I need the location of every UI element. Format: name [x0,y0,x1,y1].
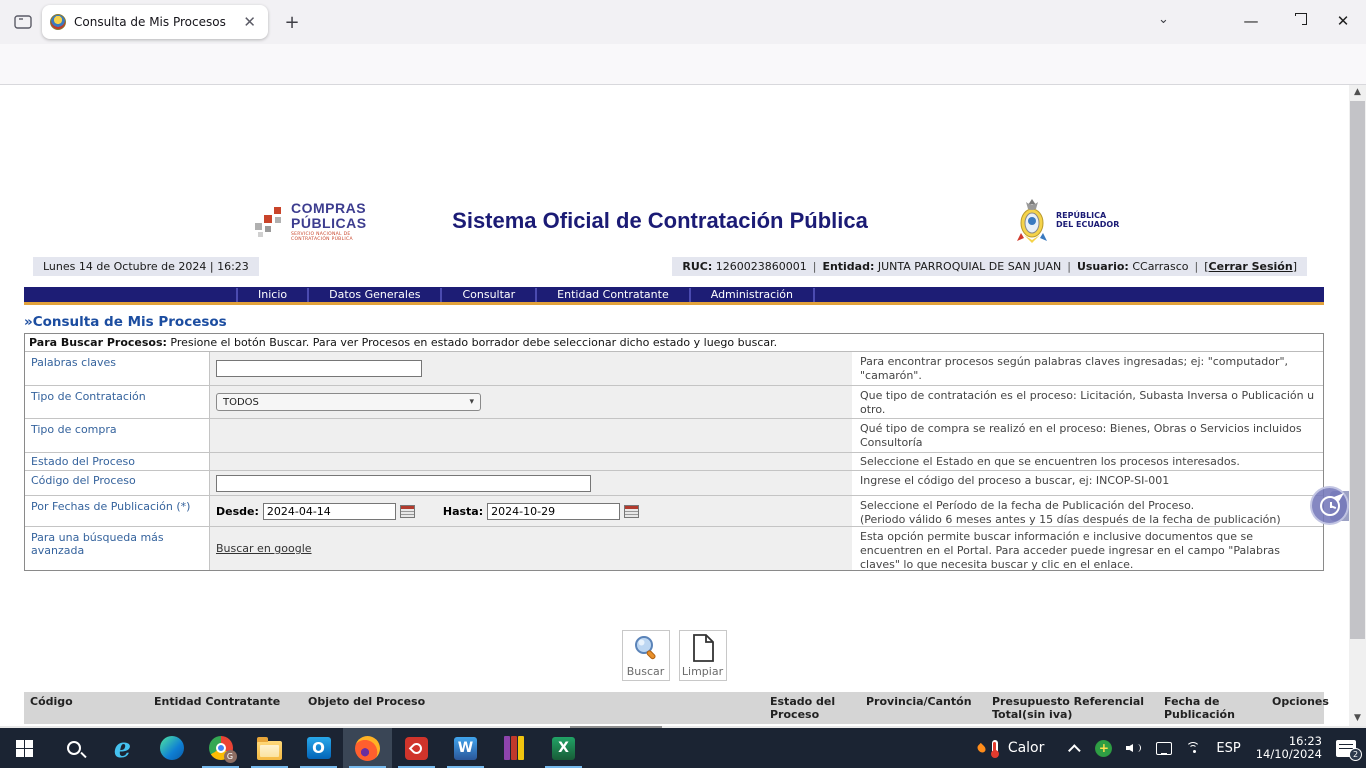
form-instructions: Para Buscar Procesos: Presione el botón … [25,334,1323,352]
word-icon[interactable]: W [441,728,490,768]
scroll-down-icon[interactable]: ▼ [1349,711,1366,726]
tray-expand-chevron-icon[interactable] [1065,728,1088,768]
logout-link[interactable]: Cerrar Sesión [1209,260,1293,273]
results-header-row: Código Entidad Contratante Objeto del Pr… [24,692,1324,724]
window-restore-button[interactable] [1274,0,1320,42]
site-favicon [50,14,66,30]
page-title: Sistema Oficial de Contratación Pública [360,208,960,234]
winrar-icon[interactable] [490,728,539,768]
wifi-icon[interactable] [1179,728,1209,768]
form-row-palabras-claves: Palabras claves Para encontrar procesos … [25,352,1323,386]
outlook-icon[interactable]: O [294,728,343,768]
internet-explorer-icon[interactable]: e [98,728,147,768]
republic-ecuador-logo: REPÚBLICADEL ECUADOR [1012,197,1119,243]
results-table: Código Entidad Contratante Objeto del Pr… [24,692,1324,726]
window-close-button[interactable]: ✕ [1320,0,1366,42]
volume-icon[interactable] [1119,728,1149,768]
windows-taskbar: e G O W X Calor + ESP 16:23 14/10/2024 2 [0,728,1366,768]
language-indicator[interactable]: ESP [1209,728,1247,768]
excel-icon[interactable]: X [539,728,588,768]
system-tray: Calor + ESP 16:23 14/10/2024 2 [971,728,1366,768]
heat-flame-icon [976,742,987,753]
calendar-icon[interactable] [624,505,639,518]
nav-item-entidad-contratante[interactable]: Entidad Contratante [537,288,691,302]
section-title: »Consulta de Mis Procesos [24,314,1324,334]
thermometer-icon [992,740,998,756]
palabras-claves-input[interactable] [216,360,422,377]
nav-item-consultar[interactable]: Consultar [442,288,537,302]
buscar-button[interactable]: Buscar [622,630,670,681]
chevron-down-icon: ▾ [469,397,474,407]
vertical-scrollbar[interactable]: ▲ ▼ [1349,85,1366,726]
form-row-codigo-proceso: Código del Proceso Ingrese el código del… [25,471,1323,496]
clock[interactable]: 16:23 14/10/2024 [1248,735,1330,761]
form-row-fechas: Por Fechas de Publicación (*) Desde: Has… [25,496,1323,527]
new-tab-button[interactable]: + [280,12,304,33]
session-timer-widget[interactable] [1308,486,1352,526]
weather-widget[interactable]: Calor [971,728,1052,768]
fecha-hasta-input[interactable] [487,503,620,520]
browser-toolbar: ← → ⟳ https://www.compraspublicas.gob.ec… [0,44,1366,85]
search-magnifier-icon [631,633,661,663]
window-minimize-button[interactable]: — [1228,0,1274,42]
action-buttons: Buscar Limpiar [24,630,1324,681]
tab-title: Consulta de Mis Procesos [74,15,239,29]
antivirus-icon[interactable]: + [1088,728,1119,768]
browser-tab-bar: Consulta de Mis Procesos ✕ + ⌄ — ✕ [0,0,1366,44]
tipo-contratacion-select[interactable]: TODOS▾ [216,393,481,411]
compras-publicas-logo: COMPRAS PÚBLICAS SERVICIO NACIONAL DE CO… [253,201,373,242]
datetime-banner: Lunes 14 de Octubre de 2024 | 16:23 [33,257,259,276]
winged-clock-icon[interactable] [1310,486,1349,525]
form-row-tipo-contratacion: Tipo de Contratación TODOS▾ Que tipo de … [25,386,1323,419]
firefox-view-icon[interactable] [10,10,36,34]
file-explorer-icon[interactable] [245,728,294,768]
nav-item-datos-generales[interactable]: Datos Generales [309,288,442,302]
taskbar-search-icon[interactable] [49,728,98,768]
tab-list-chevron-icon[interactable]: ⌄ [1158,12,1169,27]
main-navigation: Inicio Datos Generales Consultar Entidad… [24,287,1324,305]
session-banner: RUC: 1260023860001 | Entidad: JUNTA PARR… [672,257,1307,276]
nav-item-inicio[interactable]: Inicio [236,288,309,302]
calendar-icon[interactable] [400,505,415,518]
scroll-up-icon[interactable]: ▲ [1349,85,1366,100]
form-row-tipo-compra: Tipo de compra Qué tipo de compra se rea… [25,419,1323,453]
coat-of-arms-icon [1012,197,1052,243]
form-row-busqueda-avanzada: Para una búsqueda más avanzada Buscar en… [25,527,1323,570]
blank-page-icon [690,633,716,663]
logo-blocks-icon [253,205,287,239]
limpiar-button[interactable]: Limpiar [679,630,727,681]
nav-item-administracion[interactable]: Administración [691,288,815,302]
chrome-icon[interactable]: G [196,728,245,768]
page-content: COMPRAS PÚBLICAS SERVICIO NACIONAL DE CO… [0,85,1366,726]
search-form: Para Buscar Procesos: Presione el botón … [24,333,1324,571]
firefox-icon[interactable] [343,728,392,768]
acrobat-icon[interactable] [392,728,441,768]
edge-icon[interactable] [147,728,196,768]
active-tab[interactable]: Consulta de Mis Procesos ✕ [42,5,268,39]
tab-close-icon[interactable]: ✕ [239,13,260,31]
form-row-estado-proceso: Estado del Proceso Seleccione el Estado … [25,453,1323,471]
scrollbar-thumb[interactable] [1350,101,1365,639]
fecha-desde-input[interactable] [263,503,396,520]
notification-center-icon[interactable]: 2 [1336,740,1356,757]
codigo-proceso-input[interactable] [216,475,591,492]
cast-screen-icon[interactable] [1149,728,1179,768]
buscar-en-google-link[interactable]: Buscar en google [216,542,312,555]
start-button[interactable] [0,728,49,768]
